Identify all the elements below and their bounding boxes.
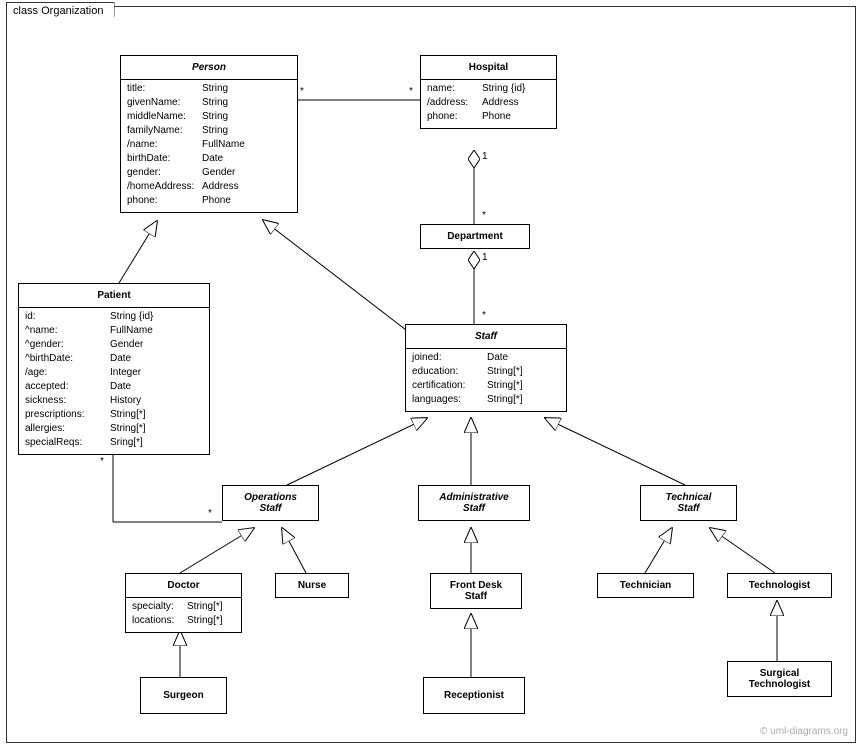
class-nurse: Nurse	[275, 573, 349, 598]
class-receptionist-title: Receptionist	[424, 678, 524, 713]
class-staff-title: Staff	[406, 325, 566, 349]
class-surgeon: Surgeon	[140, 677, 227, 714]
mult-person-hosp-2: *	[408, 86, 414, 97]
class-ops-staff: Operations Staff	[222, 485, 319, 521]
class-staff: Staff joined:Date education:String[*] ce…	[405, 324, 567, 412]
diagram-container: class Organization	[0, 0, 860, 747]
class-doctor: Doctor specialty:String[*] locations:Str…	[125, 573, 242, 633]
mult-hosp-dept-star: *	[481, 210, 487, 221]
class-admin-staff-title: Administrative Staff	[419, 486, 529, 520]
mult-patient-ops-1: *	[99, 456, 105, 467]
mult-patient-ops-2: *	[207, 508, 213, 519]
class-hospital-title: Hospital	[421, 56, 556, 80]
mult-hosp-dept-1: 1	[481, 151, 489, 162]
class-technologist-title: Technologist	[728, 574, 831, 597]
class-surgtech-title: Surgical Technologist	[728, 662, 831, 696]
class-patient-title: Patient	[19, 284, 209, 308]
class-department-title: Department	[421, 225, 529, 248]
class-tech-staff: Technical Staff	[640, 485, 737, 521]
class-tech-staff-title: Technical Staff	[641, 486, 736, 520]
class-frontdesk-title: Front Desk Staff	[431, 574, 521, 608]
class-department: Department	[420, 224, 530, 249]
class-surgtech: Surgical Technologist	[727, 661, 832, 697]
mult-dept-staff-1: 1	[481, 252, 489, 263]
mult-person-hosp-1: *	[299, 86, 305, 97]
class-person-attrs: title:String givenName:String middleName…	[121, 80, 297, 212]
copyright: © uml-diagrams.org	[760, 726, 848, 737]
class-patient: Patient id:String {id} ^name:FullName ^g…	[18, 283, 210, 455]
class-hospital-attrs: name:String {id} /address:Address phone:…	[421, 80, 556, 128]
class-surgeon-title: Surgeon	[141, 678, 226, 713]
class-admin-staff: Administrative Staff	[418, 485, 530, 521]
class-receptionist: Receptionist	[423, 677, 525, 714]
class-person-title: Person	[121, 56, 297, 80]
class-hospital: Hospital name:String {id} /address:Addre…	[420, 55, 557, 129]
class-person: Person title:String givenName:String mid…	[120, 55, 298, 213]
class-nurse-title: Nurse	[276, 574, 348, 597]
class-patient-attrs: id:String {id} ^name:FullName ^gender:Ge…	[19, 308, 209, 454]
class-technologist: Technologist	[727, 573, 832, 598]
class-technician-title: Technician	[598, 574, 693, 597]
mult-dept-staff-star: *	[481, 310, 487, 321]
class-technician: Technician	[597, 573, 694, 598]
class-staff-attrs: joined:Date education:String[*] certific…	[406, 349, 566, 411]
class-ops-staff-title: Operations Staff	[223, 486, 318, 520]
frame-tab-title: class Organization	[6, 2, 115, 23]
class-frontdesk: Front Desk Staff	[430, 573, 522, 609]
class-doctor-attrs: specialty:String[*] locations:String[*]	[126, 598, 241, 632]
class-doctor-title: Doctor	[126, 574, 241, 598]
